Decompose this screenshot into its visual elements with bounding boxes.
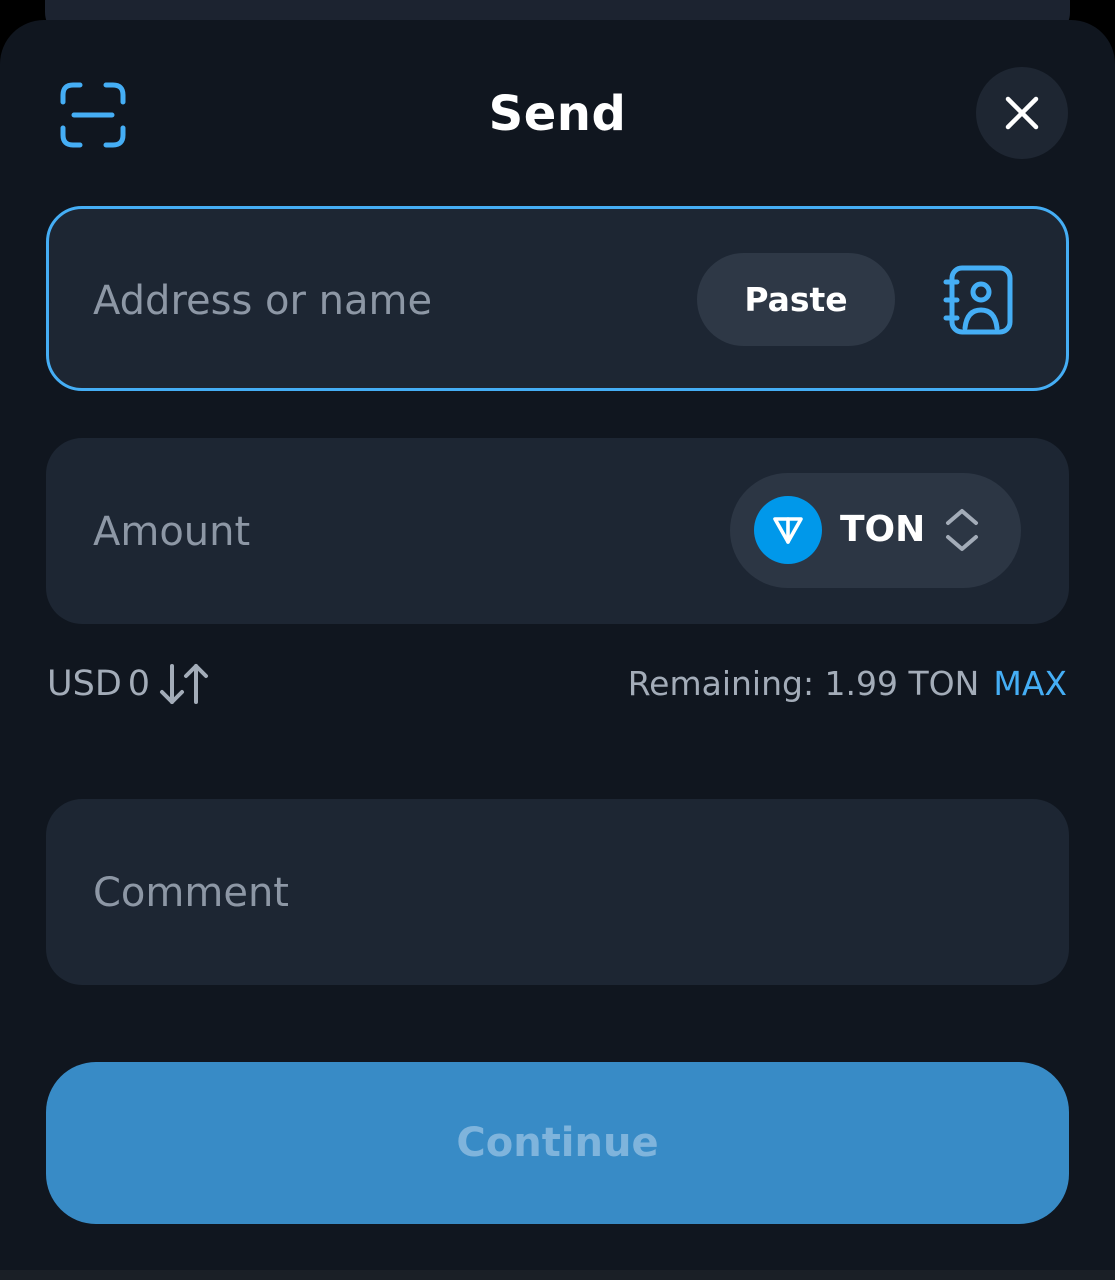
- close-icon: [1005, 96, 1039, 130]
- address-field: Paste: [46, 206, 1069, 391]
- paste-button[interactable]: Paste: [697, 253, 895, 346]
- token-selector[interactable]: TON: [730, 473, 1021, 588]
- amount-field: TON: [46, 438, 1069, 624]
- max-button[interactable]: MAX: [993, 656, 1067, 712]
- amount-input[interactable]: [93, 500, 653, 564]
- chevron-up-down-icon: [946, 509, 978, 551]
- token-symbol: TON: [840, 509, 926, 550]
- comment-input[interactable]: [93, 861, 993, 925]
- fiat-currency: USD: [47, 664, 122, 704]
- comment-field: [46, 799, 1069, 985]
- contacts-button[interactable]: [937, 259, 1019, 341]
- page-title: Send: [488, 86, 627, 142]
- ton-logo-icon: [754, 496, 822, 564]
- continue-button[interactable]: Continue: [46, 1062, 1069, 1224]
- close-button[interactable]: [976, 67, 1068, 159]
- remaining-text: Remaining: 1.99 TON: [627, 664, 980, 703]
- bottom-bar: [0, 1270, 1115, 1280]
- swap-arrows-icon: [160, 664, 209, 704]
- address-book-icon: [943, 265, 1013, 335]
- fiat-value: 0: [127, 664, 151, 704]
- fiat-toggle[interactable]: USD 0: [47, 656, 210, 712]
- remaining-balance: Remaining: 1.99 TON MAX: [628, 656, 1067, 712]
- address-input[interactable]: [93, 269, 653, 333]
- send-modal: Send Paste: [0, 20, 1115, 1270]
